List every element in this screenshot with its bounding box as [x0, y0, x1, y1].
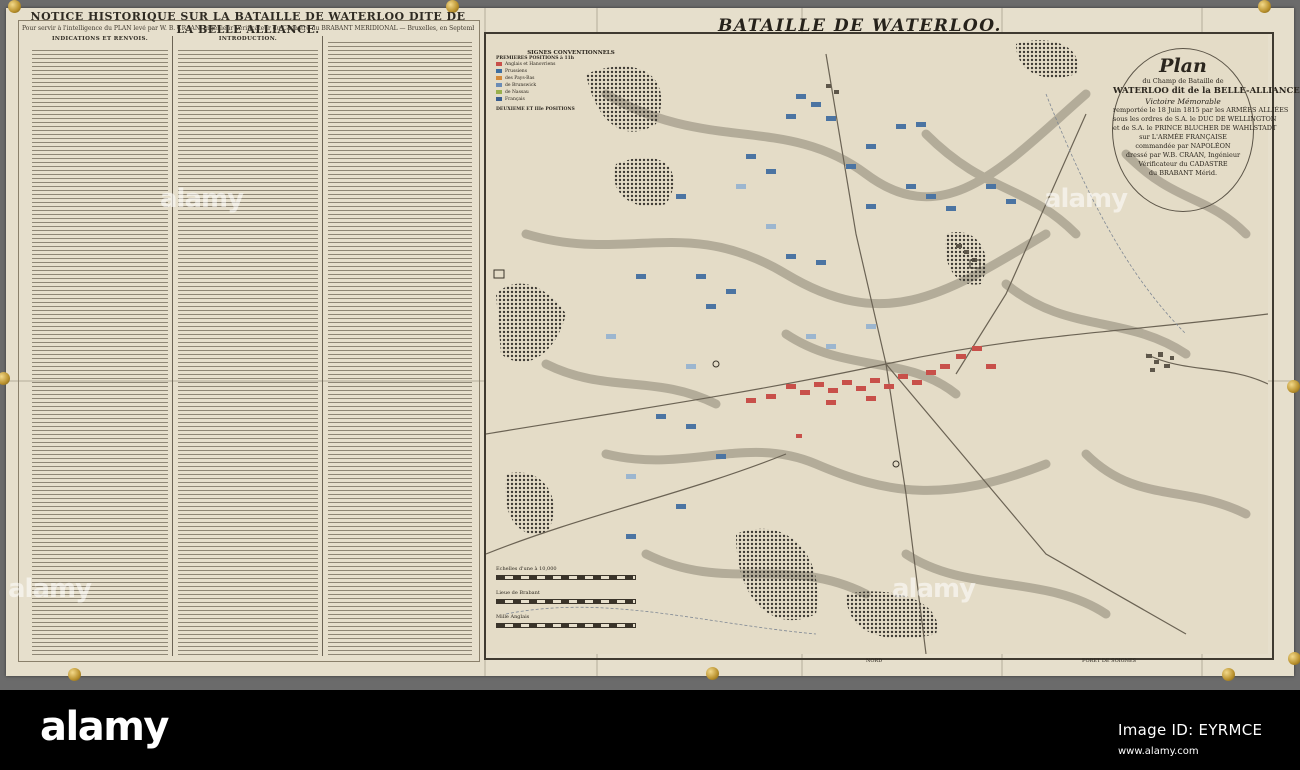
legend-row: de Nassau: [496, 89, 646, 96]
legend-row: Anglais et Hanovriens: [496, 61, 646, 68]
legend-label: de Brunswick: [505, 83, 537, 88]
cartouche-line: du BRABANT Mérid.: [1148, 169, 1218, 177]
historical-notice: NOTICE HISTORIQUE SUR LA BATAILLE DE WAT…: [22, 10, 474, 660]
scale-label: Mille Anglais: [496, 614, 530, 620]
watermark: alamy: [892, 574, 976, 604]
column-heading: INTRODUCTION.: [218, 36, 278, 42]
pin-icon: [8, 0, 21, 13]
cartouche-line: WATERLOO dit de la BELLE-ALLIANCE,: [1113, 86, 1300, 96]
map-title: BATAILLE DE WATERLOO.: [718, 16, 1002, 36]
cartouche-line: sous les ordres de S.A. le DUC DE WELLIN…: [1113, 115, 1277, 123]
legend-subheading: DEUXIEME ET IIIe POSITIONS: [496, 107, 575, 112]
cartouche-plan: Plan: [1159, 55, 1207, 77]
pin-icon: [1258, 0, 1271, 13]
cartouche-line: et de S.A. le PRINCE BLUCHER DE WAHLSTAD…: [1113, 124, 1277, 132]
scale-bar: [496, 575, 636, 580]
column-divider: [322, 36, 323, 656]
legend-label: Anglais et Hanovriens: [505, 62, 556, 67]
legend-swatch: [496, 96, 502, 101]
watermark: alamy: [160, 184, 244, 214]
column-text-block: [328, 40, 472, 656]
notice-column-1: INDICATIONS ET RENVOIS.: [32, 36, 168, 656]
legend-row: de Brunswick: [496, 82, 646, 89]
legend-swatch: [496, 82, 502, 87]
legend-swatch: [496, 68, 502, 73]
column-divider: [172, 36, 173, 656]
legend-label: Français: [505, 97, 525, 102]
scale-title: Echelles d'une à 10,000: [496, 566, 557, 572]
column-heading: INDICATIONS ET RENVOIS.: [51, 36, 149, 42]
legend-swatch: [496, 75, 502, 80]
pin-icon: [1222, 668, 1235, 681]
column-text-block: [178, 48, 318, 656]
notice-column-2: INTRODUCTION.: [178, 36, 318, 656]
legend-rows: Anglais et Hanovriens Prussiens des Pays-B…: [496, 61, 646, 103]
legend-label: Prussiens: [505, 69, 528, 74]
column-text-block: [32, 48, 168, 656]
map-scale: Echelles d'une à 10,000 Lieue de Brabant…: [496, 566, 636, 654]
pin-icon: [1288, 652, 1300, 665]
image-id: Image ID: EYRMCE: [1118, 721, 1263, 739]
pin-icon: [1287, 380, 1300, 393]
scale-label: Lieue de Brabant: [496, 590, 540, 596]
title-cartouche: Plan du Champ de Bataille de WATERLOO di…: [1112, 48, 1300, 212]
pin-icon: [706, 667, 719, 680]
alamy-logo: alamy: [40, 704, 169, 750]
legend-row: des Pays-Bas: [496, 75, 646, 82]
legend-swatch: [496, 61, 502, 66]
cartouche-line: Vérificateur du CADASTRE: [1138, 160, 1228, 168]
legend-label: des Pays-Bas: [505, 76, 535, 81]
cartouche-line: sur L'ARMÉE FRANÇAISE: [1139, 133, 1227, 141]
notice-title: NOTICE HISTORIQUE SUR LA BATAILLE DE WAT…: [30, 10, 466, 36]
scale-bar: [496, 599, 636, 604]
cartouche-line: commandée par NAPOLÉON: [1135, 142, 1231, 150]
map-legend: SIGNES CONVENTIONNELS PREMIERES POSITION…: [496, 50, 646, 188]
cartouche-line: dressé par W.B. CRAAN, Ingénieur: [1125, 151, 1241, 159]
pin-icon: [68, 668, 81, 681]
cartouche-line: du Champ de Bataille de: [1142, 77, 1224, 85]
cartouche-line: remportée le 18 Juin 1815 par les ARMÉES…: [1113, 106, 1289, 114]
legend-swatch: [496, 89, 502, 94]
notice-column-3: [328, 36, 472, 656]
legend-label: de Nassau: [505, 90, 529, 95]
map-footer-forest: FORET DE SOIGNES: [1082, 658, 1137, 664]
watermark: alamy: [1044, 184, 1128, 214]
stock-footer: alamy Image ID: EYRMCE www.alamy.com: [0, 690, 1300, 770]
legend-row: Prussiens: [496, 68, 646, 75]
site-url: www.alamy.com: [1118, 746, 1199, 757]
watermark: alamy: [8, 574, 92, 604]
notice-subtitle: Pour servir à l'intelligence du PLAN lev…: [22, 25, 474, 32]
scale-bar: [496, 623, 636, 628]
map-footer-north: NORD: [866, 658, 883, 664]
cartouche-line: Victoire Mémorable: [1145, 97, 1221, 106]
legend-row: Français: [496, 96, 646, 103]
